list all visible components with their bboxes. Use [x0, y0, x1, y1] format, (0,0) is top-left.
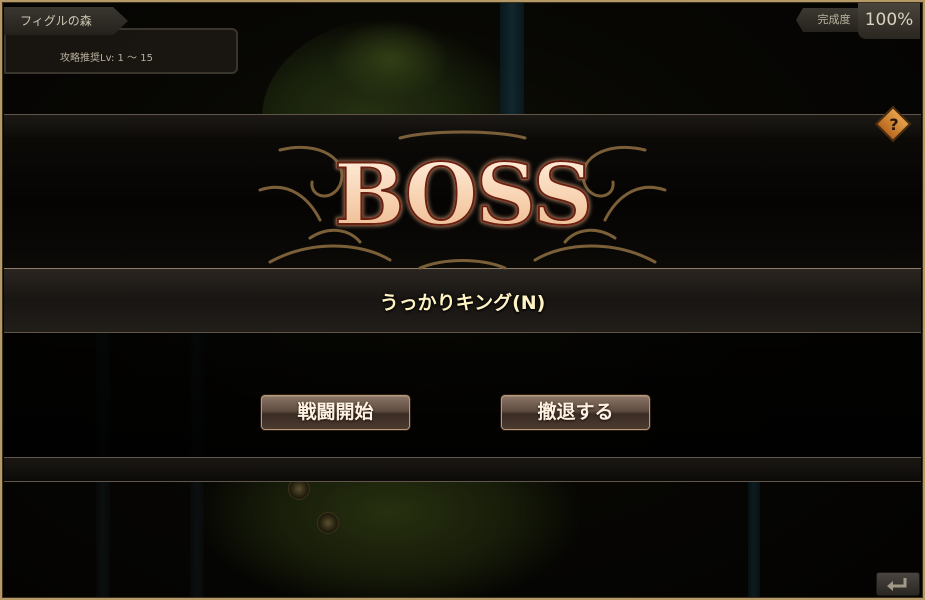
dialog-bottom-band — [4, 457, 921, 482]
back-button[interactable] — [876, 572, 920, 596]
completion-label: 完成度 — [796, 8, 866, 32]
start-battle-button[interactable]: 戦闘開始 — [261, 395, 410, 430]
return-arrow-icon — [887, 578, 907, 591]
dialog-button-area — [4, 331, 921, 457]
area-name-tab: フィグルの森 — [4, 7, 128, 35]
help-glyph[interactable]: ? — [880, 111, 908, 139]
boss-title: BOSS — [0, 144, 925, 245]
boss-name: うっかりキング(N) — [379, 292, 546, 314]
completion-value: 100% — [858, 3, 920, 39]
retreat-button[interactable]: 撤退する — [501, 395, 650, 430]
recommended-level-text: 攻略推奨Lv: 1 〜 15 — [60, 53, 153, 64]
